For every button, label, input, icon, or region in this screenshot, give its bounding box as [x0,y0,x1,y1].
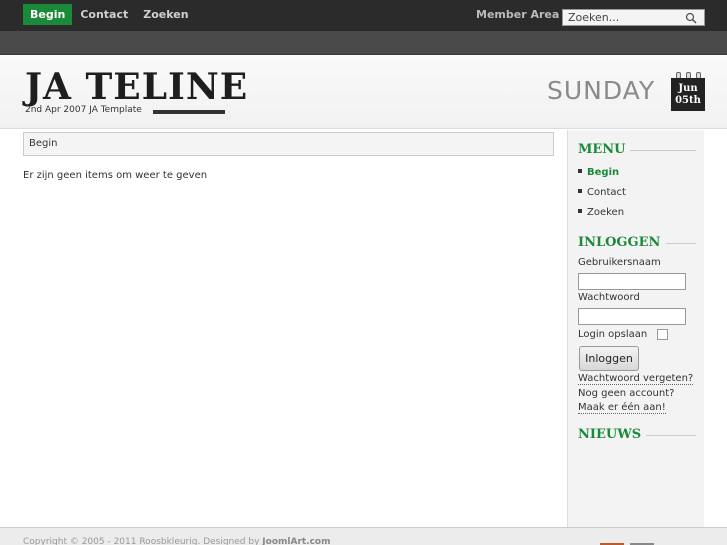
calendar-date-badge: Jun 05th [671,78,705,111]
logo-tagline: 2nd Apr 2007 JA Template [25,105,142,115]
top-nav-begin[interactable]: Begin [23,4,73,25]
divider [646,435,696,436]
top-nav-zoeken[interactable]: Zoeken [136,4,195,25]
copyright-text: Copyright © 2005 - 2011 Roosbkleurig. De… [23,537,331,545]
member-area-link[interactable]: Member Area [476,8,559,21]
password-label: Wachtwoord [578,292,640,303]
no-account-text: Nog geen account? [578,388,675,399]
sub-bar [0,31,727,55]
footer: Copyright © 2005 - 2011 Roosbkleurig. De… [0,527,727,545]
sidebar-item-label: Contact [587,187,626,198]
sidebar-item-begin[interactable]: Begin [578,167,619,178]
divider [630,150,696,151]
top-nav-contact[interactable]: Contact [73,4,135,25]
username-label: Gebruikersnaam [578,257,661,268]
bullet-icon [578,209,582,213]
news-module-title: NIEUWS [578,427,642,442]
calendar-day: 05th [675,95,701,106]
divider [666,243,696,244]
remember-checkbox[interactable] [657,329,668,340]
login-module-title: INLOGGEN [578,235,661,250]
right-column: MENU Begin Contact Zoeken INLOGGEN Gebru… [567,130,704,527]
sidebar-item-zoeken[interactable]: Zoeken [578,207,624,218]
login-button[interactable]: Inloggen [579,346,639,371]
search-icon[interactable] [684,11,698,25]
sidebar-item-label: Zoeken [587,207,625,218]
bullet-icon [578,169,582,173]
calendar-month: Jun [678,83,698,94]
site-logo[interactable]: JA TELINE 2nd Apr 2007 JA Template [25,66,247,118]
copyright-label: Copyright © 2005 - 2011 Roosbkleurig. De… [23,537,260,545]
menu-module-title: MENU [578,142,626,157]
breadcrumb: Begin [23,132,554,156]
empty-message: Er zijn geen items om weer te geven [23,170,208,181]
sidebar-item-contact[interactable]: Contact [578,187,626,198]
logo-underline [153,110,225,114]
bullet-icon [578,189,582,193]
username-field[interactable] [578,273,686,290]
top-bar: Begin Contact Zoeken Member Area [0,0,727,31]
password-field[interactable] [578,308,686,325]
designer-link[interactable]: JoomlArt.com [262,537,330,545]
remember-label: Login opslaan [578,329,648,340]
top-nav: Begin Contact Zoeken [23,4,197,25]
sidebar-item-label: Begin [587,167,620,178]
forgot-password-link[interactable]: Wachtwoord vergeten? [578,373,694,385]
logo-title: JA TELINE [25,66,249,108]
create-account-link[interactable]: Maak er één aan! [578,402,666,414]
breadcrumb-item[interactable]: Begin [29,138,57,149]
day-name: SUNDAY [547,76,656,105]
